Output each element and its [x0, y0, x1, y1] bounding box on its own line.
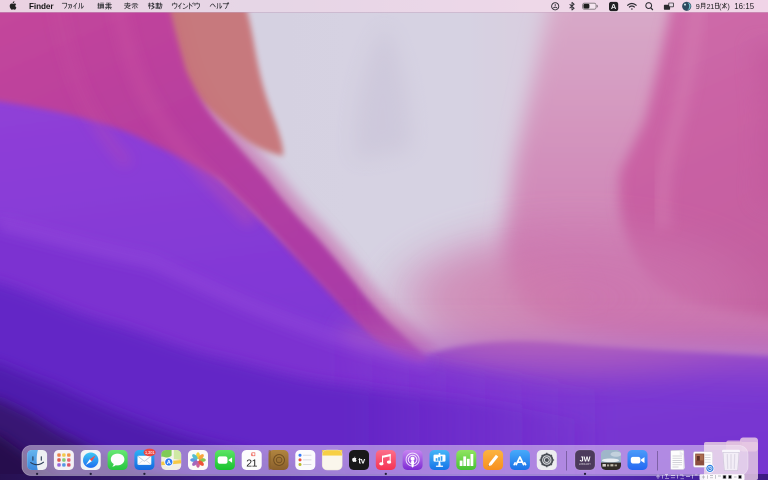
svg-text:21: 21	[246, 458, 257, 470]
svg-text:LIBRARY: LIBRARY	[579, 463, 591, 466]
svg-text:A: A	[611, 2, 617, 11]
svg-text:16:15: 16:15	[734, 2, 755, 11]
svg-text:tv: tv	[358, 457, 365, 466]
svg-text:Finder: Finder	[29, 2, 54, 11]
svg-text:): )	[727, 2, 729, 11]
svg-text:21: 21	[707, 2, 715, 11]
svg-text:1,301: 1,301	[145, 450, 155, 455]
svg-text:9: 9	[696, 2, 700, 11]
